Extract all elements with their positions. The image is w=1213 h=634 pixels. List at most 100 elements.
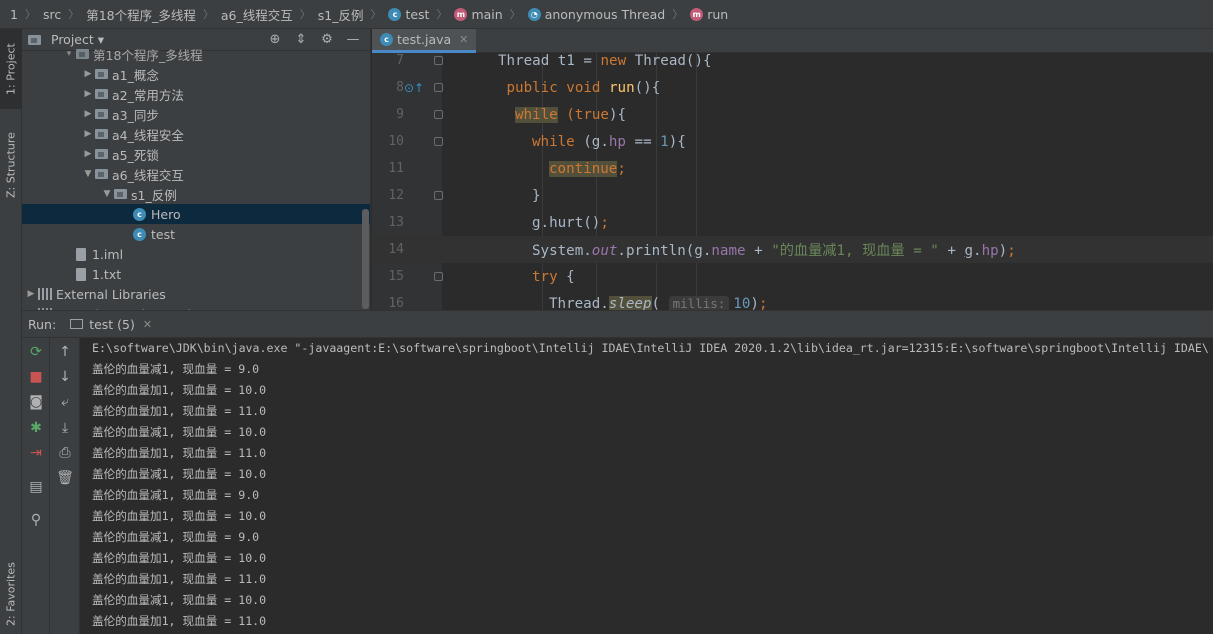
stop-icon[interactable]: ■	[22, 369, 50, 385]
down-arrow-icon[interactable]: ↓	[51, 369, 79, 385]
tree-item[interactable]: c Hero	[22, 204, 370, 224]
tab-test-java[interactable]: c test.java ✕	[372, 29, 477, 53]
exit-icon[interactable]: ⇥	[22, 445, 50, 461]
tree-item-label: s1_反例	[131, 187, 177, 203]
code-line[interactable]: 16 Thread.sleep( millis: 10);	[372, 290, 1213, 310]
tree-item[interactable]: ▶ a1_概念	[22, 64, 370, 84]
breadcrumb-separator-icon: 〉	[299, 8, 311, 21]
breadcrumb-package-s1[interactable]: s1_反例	[316, 5, 366, 24]
code-text: while (true){	[515, 106, 627, 123]
file-icon	[76, 247, 86, 261]
expand-arrow-icon[interactable]: ▼	[100, 189, 114, 199]
console-output-line: 盖伦的血量加1, 现血量 = 11.0	[92, 572, 267, 586]
tree-item-label: Hero	[151, 206, 181, 222]
expand-arrow-icon[interactable]: ▶	[81, 109, 95, 119]
tree-item[interactable]: c test	[22, 224, 370, 244]
expand-arrow-icon[interactable]: ▼	[81, 169, 95, 179]
expand-arrow-icon[interactable]: ▶	[81, 69, 95, 79]
favorites-tool-tab[interactable]: 2: Favorites	[0, 554, 22, 634]
tree-item-label: External Libraries	[56, 286, 166, 302]
soft-wrap-icon[interactable]: ⤶	[51, 394, 79, 410]
expand-arrow-icon[interactable]: ▶	[81, 129, 95, 139]
line-number: 13	[388, 215, 404, 230]
tree-item[interactable]: ▶ External Libraries	[22, 284, 370, 304]
editor-tabs: c test.java ✕	[372, 29, 1213, 53]
up-arrow-icon[interactable]: ↑	[51, 344, 79, 360]
code-line[interactable]: 9 while (true){	[372, 101, 1213, 128]
tree-item-label: a2_常用方法	[112, 87, 184, 103]
fold-marker-icon[interactable]	[434, 110, 443, 119]
expand-arrow-icon[interactable]: ▾	[62, 49, 76, 59]
line-number: 7	[396, 53, 404, 68]
tree-item[interactable]: 1.txt	[22, 264, 370, 284]
project-tool-tab[interactable]: 1: Project	[0, 29, 22, 109]
tree-item[interactable]: ▼ s1_反例	[22, 184, 370, 204]
override-marker-icon[interactable]: ⊙↑	[404, 81, 424, 95]
scroll-to-end-icon[interactable]: ⤓	[51, 420, 79, 436]
run-label: Run:	[28, 316, 57, 332]
method-icon: m	[690, 7, 704, 21]
breadcrumb-separator-icon: 〉	[370, 8, 382, 21]
structure-tool-tab[interactable]: Z: Structure	[0, 115, 22, 215]
trash-icon[interactable]: 🗑	[51, 470, 79, 486]
project-scrollbar[interactable]	[362, 209, 369, 309]
console-output-line: 盖伦的血量加1, 现血量 = 11.0	[92, 404, 267, 418]
fold-marker-icon[interactable]	[434, 83, 443, 92]
breadcrumb-separator-icon: 〉	[68, 8, 80, 21]
code-line[interactable]: 8 ⊙↑ public void run(){	[372, 74, 1213, 101]
expand-arrow-icon[interactable]: ▶	[81, 149, 95, 159]
print-icon[interactable]: ⎙	[51, 445, 79, 461]
code-line[interactable]: 13 g.hurt();	[372, 209, 1213, 236]
run-tab-test[interactable]: test (5) ✕	[70, 317, 152, 332]
fold-marker-icon[interactable]	[434, 137, 443, 146]
line-number: 8	[396, 80, 404, 95]
tree-item[interactable]: 1.iml	[22, 244, 370, 264]
breadcrumb-module[interactable]: 第18个程序_多线程	[84, 5, 198, 24]
breadcrumb-method-main[interactable]: m main	[452, 7, 504, 22]
code-line[interactable]: 10 while (g.hp == 1){	[372, 128, 1213, 155]
code-line[interactable]: 7 Thread t1 = new Thread(){	[372, 53, 1213, 74]
console-output-line: 盖伦的血量减1, 现血量 = 10.0	[92, 467, 267, 481]
pin-icon[interactable]: ⚲	[22, 512, 50, 528]
breadcrumb-anonymous-thread[interactable]: ◔ anonymous Thread	[526, 7, 668, 22]
console-output-line: 盖伦的血量减1, 现血量 = 10.0	[92, 425, 267, 439]
tree-item[interactable]: ▶ a4_线程安全	[22, 124, 370, 144]
file-icon	[76, 267, 86, 281]
debug-bug-icon[interactable]: ✱	[22, 420, 50, 436]
code-line[interactable]: 15 try {	[372, 263, 1213, 290]
tree-item[interactable]: ▼ a6_线程交互	[22, 164, 370, 184]
class-icon: c	[133, 207, 146, 221]
code-line[interactable]: 12}	[372, 182, 1213, 209]
navigation-bar: 1 〉 src 〉 第18个程序_多线程 〉 a6_线程交互 〉 s1_反例 〉…	[0, 0, 1213, 29]
code-line[interactable]: 14 System.out.println(g.name + "的血量减1, 现血…	[372, 236, 1213, 263]
fold-marker-icon[interactable]	[434, 272, 443, 281]
tree-item[interactable]: ▶ a3_同步	[22, 104, 370, 124]
rerun-icon[interactable]: ⟳	[22, 344, 50, 360]
close-icon[interactable]: ✕	[459, 33, 468, 46]
left-tool-stripe: 1: Project Z: Structure 2: Favorites	[0, 29, 22, 634]
fold-marker-icon[interactable]	[434, 56, 443, 65]
fold-marker-icon[interactable]	[434, 191, 443, 200]
layout-icon[interactable]: ▤	[22, 479, 50, 495]
line-number: 14	[388, 242, 404, 257]
console-output-line: 盖伦的血量减1, 现血量 = 9.0	[92, 488, 260, 502]
expand-arrow-icon[interactable]: ▶	[81, 89, 95, 99]
breadcrumb-method-run[interactable]: m run	[688, 7, 730, 22]
breadcrumb-package-a6[interactable]: a6_线程交互	[219, 5, 295, 24]
expand-arrow-icon[interactable]: ▶	[24, 289, 38, 299]
breadcrumb-separator-icon: 〉	[24, 8, 36, 21]
close-icon[interactable]: ✕	[143, 318, 152, 331]
breadcrumb-src[interactable]: src	[41, 7, 63, 22]
camera-icon[interactable]: ◙	[22, 394, 50, 410]
project-tree: ▾ 第18个程序_多线程 ▶ a1_概念 ▶ a2_常用方法 ▶ a3_同步 ▶ a4_线程安全 ▶…	[22, 44, 370, 310]
anonymous-class-icon: ◔	[527, 7, 541, 21]
tree-item[interactable]: ▾ 第18个程序_多线程	[22, 44, 370, 64]
tree-item[interactable]: ▶ a2_常用方法	[22, 84, 370, 104]
console-output[interactable]: E:\software\JDK\bin\java.exe "-javaagent…	[80, 338, 1213, 634]
code-editor[interactable]: 7 Thread t1 = new Thread(){8 ⊙↑ public void…	[372, 53, 1213, 310]
class-icon: c	[133, 227, 146, 241]
code-line[interactable]: 11 continue;	[372, 155, 1213, 182]
tree-item[interactable]: ▶ a5_死锁	[22, 144, 370, 164]
breadcrumb-root[interactable]: 1	[8, 7, 20, 22]
breadcrumb-class-test[interactable]: c test	[386, 7, 431, 22]
